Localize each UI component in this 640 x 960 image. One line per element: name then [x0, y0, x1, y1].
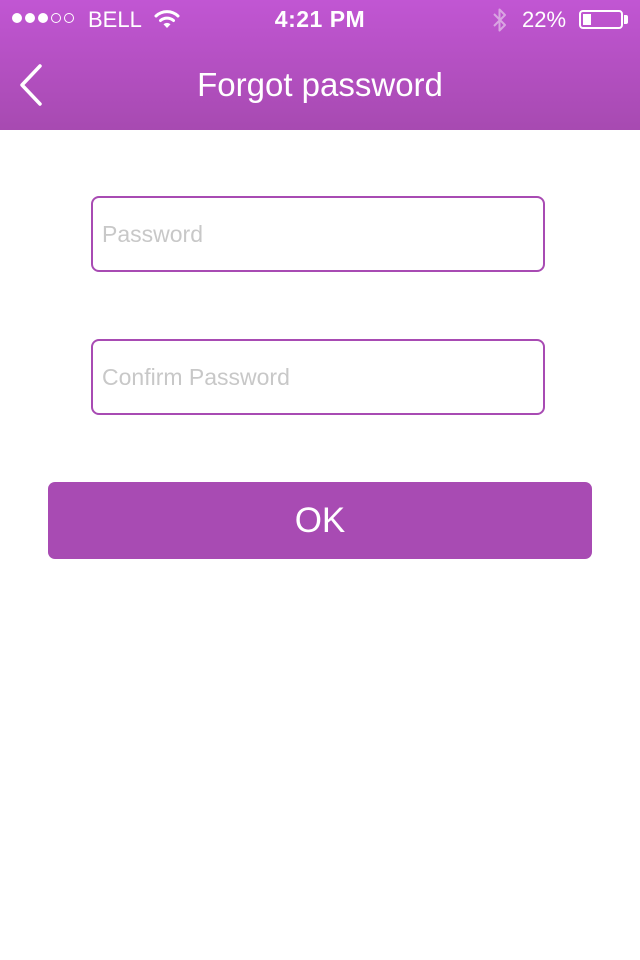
password-field[interactable]	[91, 196, 545, 272]
battery-tip	[624, 15, 628, 24]
battery-icon	[579, 10, 623, 29]
ok-button[interactable]: OK	[48, 482, 592, 559]
battery-percent: 22%	[522, 7, 567, 32]
header: BELL 4:21 PM 22% Forgot password	[0, 0, 640, 130]
battery-fill	[583, 14, 591, 25]
password-input[interactable]	[93, 198, 543, 270]
confirm-password-input[interactable]	[93, 341, 543, 413]
confirm-password-field[interactable]	[91, 339, 545, 415]
status-bar: BELL 4:21 PM 22%	[0, 0, 640, 40]
bluetooth-icon	[490, 6, 510, 39]
page-title: Forgot password	[197, 66, 443, 103]
